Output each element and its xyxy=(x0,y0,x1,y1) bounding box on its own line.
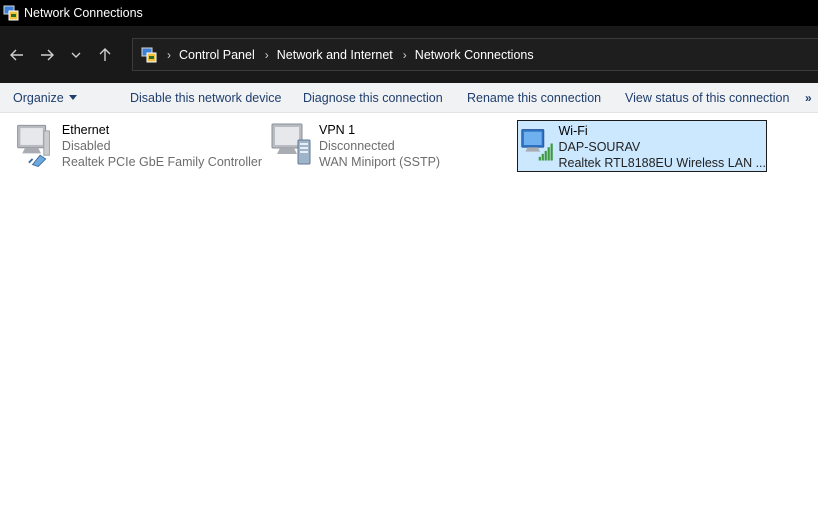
disable-device-button[interactable]: Disable this network device xyxy=(130,91,281,105)
connection-details: Ethernet Disabled Realtek PCIe GbE Famil… xyxy=(62,120,262,172)
connection-device: Realtek PCIe GbE Family Controller xyxy=(61,155,262,169)
connection-status: Disabled xyxy=(61,139,111,153)
arrow-up-icon xyxy=(99,47,111,61)
back-button[interactable] xyxy=(2,40,32,70)
breadcrumb-control-panel[interactable]: Control Panel xyxy=(179,48,255,62)
chevron-down-icon xyxy=(71,52,81,58)
breadcrumb-separator-icon[interactable]: › xyxy=(403,48,407,62)
connection-name: VPN 1 xyxy=(319,123,356,137)
organize-label: Organize xyxy=(13,91,64,105)
arrow-left-icon xyxy=(10,49,23,60)
title-bar: Network Connections xyxy=(0,0,818,26)
rename-connection-button[interactable]: Rename this connection xyxy=(467,91,601,105)
connection-name: Wi-Fi xyxy=(558,124,588,138)
connection-status: Disconnected xyxy=(319,139,395,153)
organize-button[interactable]: Organize xyxy=(13,91,77,105)
window-title: Network Connections xyxy=(24,6,143,20)
wifi-adapter-icon xyxy=(521,129,553,161)
vpn-adapter-icon xyxy=(271,123,311,165)
connection-device: Realtek RTL8188EU Wireless LAN ... xyxy=(558,156,767,170)
recent-locations-button[interactable] xyxy=(62,40,90,70)
network-connections-window: Network Connections › Control Panel › Ne… xyxy=(0,0,818,510)
connection-item-wifi[interactable]: Wi-Fi DAP-SOURAV Realtek RTL8188EU Wirel… xyxy=(517,120,767,172)
network-connections-icon xyxy=(3,5,19,21)
up-button[interactable] xyxy=(90,40,120,70)
ethernet-adapter-icon xyxy=(17,124,50,167)
address-bar[interactable]: › Control Panel › Network and Internet ›… xyxy=(132,38,818,71)
arrow-right-icon xyxy=(41,49,54,60)
connection-name: Ethernet xyxy=(61,123,110,137)
connection-details: Wi-Fi DAP-SOURAV Realtek RTL8188EU Wirel… xyxy=(559,121,767,171)
breadcrumb-network-connections[interactable]: Network Connections xyxy=(415,48,534,62)
more-commands-button[interactable]: » xyxy=(805,91,812,105)
connection-item-vpn-1[interactable]: VPN 1 Disconnected WAN Miniport (SSTP) xyxy=(266,120,516,172)
breadcrumb-separator-icon[interactable]: › xyxy=(265,48,269,62)
connection-device: WAN Miniport (SSTP) xyxy=(319,155,441,169)
command-bar: Organize Disable this network device Dia… xyxy=(0,83,818,113)
view-status-button[interactable]: View status of this connection xyxy=(625,91,789,105)
navigation-bar: › Control Panel › Network and Internet ›… xyxy=(0,26,818,83)
breadcrumb-separator-icon[interactable]: › xyxy=(167,48,171,62)
control-panel-icon xyxy=(141,47,157,62)
diagnose-connection-button[interactable]: Diagnose this connection xyxy=(303,91,443,105)
connection-details: VPN 1 Disconnected WAN Miniport (SSTP) xyxy=(319,120,440,172)
breadcrumb-network-and-internet[interactable]: Network and Internet xyxy=(277,48,393,62)
dropdown-caret-icon xyxy=(68,95,77,100)
connection-item-ethernet[interactable]: Ethernet Disabled Realtek PCIe GbE Famil… xyxy=(12,120,262,172)
forward-button[interactable] xyxy=(32,40,62,70)
connection-status: DAP-SOURAV xyxy=(558,140,641,154)
